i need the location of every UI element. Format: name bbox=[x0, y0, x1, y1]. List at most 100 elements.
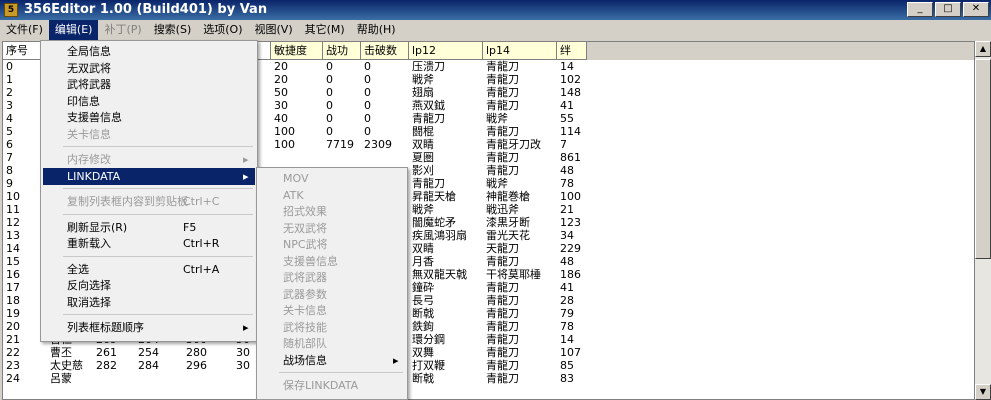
table-cell: 疾風鴻羽扇 bbox=[412, 229, 467, 242]
table-cell: 曹丕 bbox=[50, 346, 72, 359]
table-cell: 30 bbox=[274, 99, 288, 112]
table-cell: 0 bbox=[326, 125, 333, 138]
close-button[interactable]: ✕ bbox=[963, 2, 989, 17]
table-cell bbox=[93, 372, 135, 385]
table-cell: 闇魔蛇矛 bbox=[412, 216, 456, 229]
table-cell: 100 bbox=[274, 125, 295, 138]
menu-item-关卡信息: 关卡信息 bbox=[43, 126, 255, 143]
table-cell: 114 bbox=[560, 125, 581, 138]
table-cell: 284 bbox=[138, 359, 159, 372]
menu-item-保存linkdata: 保存LINKDATA bbox=[259, 377, 405, 394]
table-cell: 83 bbox=[560, 372, 574, 385]
table-cell: 戦斧 bbox=[412, 203, 434, 216]
menu-separator bbox=[279, 372, 403, 373]
table-cell: 青龍刀 bbox=[486, 151, 519, 164]
table-cell: 0 bbox=[326, 86, 333, 99]
column-header-7[interactable]: 战功 bbox=[323, 42, 361, 60]
table-cell: 20 bbox=[274, 73, 288, 86]
menu-separator bbox=[63, 146, 253, 147]
menu-item-atk: ATK bbox=[259, 187, 405, 204]
menu-item-战场信息[interactable]: 战场信息 ▸ bbox=[259, 352, 405, 369]
scroll-down-icon[interactable]: ▼ bbox=[975, 384, 991, 400]
menu-item-label: 武将武器 bbox=[67, 78, 111, 91]
menu-item-印信息[interactable]: 印信息 bbox=[43, 93, 255, 110]
menu-item-label: 武将武器 bbox=[283, 271, 327, 284]
scroll-thumb[interactable] bbox=[975, 59, 991, 259]
column-header-9[interactable]: lp12 bbox=[409, 42, 483, 60]
menu-item-linkdata[interactable]: LINKDATA ▸ bbox=[43, 167, 255, 185]
table-cell: 261 bbox=[96, 346, 117, 359]
table-cell: 186 bbox=[560, 268, 581, 281]
menu-item-label: 刷新显示(R) bbox=[67, 220, 128, 234]
submenu-arrow-icon: ▸ bbox=[243, 321, 249, 334]
table-cell: 戦斧 bbox=[486, 177, 508, 190]
column-header-6[interactable]: 敏捷度 bbox=[271, 42, 323, 60]
menu-item-反向选择[interactable]: 反向选择 bbox=[43, 277, 255, 294]
menu-item-label: 复制列表框内容到剪贴板 bbox=[67, 195, 188, 208]
menu-item-label: 无双武将 bbox=[67, 61, 111, 75]
menu-2[interactable]: 补丁(P) bbox=[98, 20, 147, 40]
table-cell: 0 bbox=[326, 60, 333, 73]
table-row[interactable]: 24 呂蒙 断戟 青龍刀 83 bbox=[3, 372, 974, 385]
table-cell: 78 bbox=[560, 320, 574, 333]
table-cell: 100 bbox=[274, 138, 295, 151]
menu-1[interactable]: 编辑(E) bbox=[48, 20, 99, 40]
column-header-10[interactable]: lp14 bbox=[483, 42, 557, 60]
menu-7[interactable]: 帮助(H) bbox=[351, 20, 402, 40]
table-cell: 双舞 bbox=[412, 346, 434, 359]
menu-item-关卡信息: 关卡信息 bbox=[259, 302, 405, 319]
menu-4[interactable]: 选项(O) bbox=[197, 20, 248, 40]
table-cell: 環分鋼 bbox=[412, 333, 445, 346]
table-cell bbox=[361, 151, 409, 164]
menu-item-刷新显示-r[interactable]: 刷新显示(R) F5 bbox=[43, 219, 255, 236]
menu-0[interactable]: 文件(F) bbox=[0, 20, 49, 40]
table-cell: 雷光天花 bbox=[486, 229, 530, 242]
column-header-11[interactable]: 绊 bbox=[557, 42, 587, 60]
menu-item-label: 支援兽信息 bbox=[67, 111, 122, 124]
menu-item-无双武将[interactable]: 无双武将 bbox=[43, 60, 255, 77]
menu-item-取消选择[interactable]: 取消选择 bbox=[43, 294, 255, 311]
table-cell: 40 bbox=[274, 112, 288, 125]
table-row[interactable]: 22 曹丕 261 254 280 30 双舞 青龍刀 107 bbox=[3, 346, 974, 359]
maximize-button[interactable]: □ bbox=[935, 2, 961, 17]
menu-item-武将武器[interactable]: 武将武器 bbox=[43, 76, 255, 93]
menu-item-label: 取消选择 bbox=[67, 295, 111, 309]
menu-item-支援兽信息[interactable]: 支援兽信息 bbox=[43, 109, 255, 126]
table-cell: 天龍刀 bbox=[486, 242, 519, 255]
column-header-8[interactable]: 击破数 bbox=[361, 42, 409, 60]
menu-separator bbox=[63, 213, 253, 215]
table-cell: 0 bbox=[364, 86, 371, 99]
app-icon[interactable]: 5 bbox=[4, 3, 18, 17]
table-cell bbox=[323, 151, 361, 164]
table-cell: 2309 bbox=[364, 138, 392, 151]
menu-item-重新载入[interactable]: 重新载入 Ctrl+R bbox=[43, 235, 255, 252]
table-cell: 20 bbox=[274, 60, 288, 73]
table-cell: 漆黒牙断 bbox=[486, 216, 530, 229]
table-cell: 50 bbox=[274, 86, 288, 99]
linkdata-submenu-popup: MOV ATK 招式效果 无双武将 NPC武将 支援兽信息 武将武器 武器参数 关卡信息 武将技能… bbox=[256, 167, 408, 400]
table-cell: 青龍刀 bbox=[486, 346, 519, 359]
table-cell: 無双龍天戟 bbox=[412, 268, 467, 281]
table-cell: 107 bbox=[560, 346, 581, 359]
menu-5[interactable]: 视图(V) bbox=[249, 20, 299, 40]
menu-item-列表框标题顺序[interactable]: 列表框标题顺序 ▸ bbox=[43, 319, 255, 336]
menu-item-label: 全选 bbox=[67, 262, 89, 276]
menu-item-label: 招式效果 bbox=[283, 205, 327, 218]
table-cell: 0 bbox=[364, 99, 371, 112]
table-cell: 青龍刀 bbox=[486, 281, 519, 294]
table-row[interactable]: 23 太史慈 282 284 296 30 打双鞭 青龍刀 85 bbox=[3, 359, 974, 372]
table-cell: 7 bbox=[560, 138, 567, 151]
table-cell: 青龍刀 bbox=[412, 112, 445, 125]
menu-6[interactable]: 其它(M) bbox=[299, 20, 351, 40]
scroll-up-icon[interactable]: ▲ bbox=[975, 41, 991, 57]
menu-item-无双武将: 无双武将 bbox=[259, 220, 405, 237]
minimize-button[interactable]: _ bbox=[907, 2, 933, 17]
menu-item-全选[interactable]: 全选 Ctrl+A bbox=[43, 261, 255, 278]
menu-item-全局信息[interactable]: 全局信息 bbox=[43, 43, 255, 60]
menu-item-shortcut: F5 bbox=[183, 220, 197, 234]
vertical-scrollbar[interactable]: ▲ ▼ bbox=[975, 41, 991, 400]
title-bar[interactable]: 5 356Editor 1.00 (Build401) by Van _ □ ✕ bbox=[0, 0, 991, 20]
table-cell: 254 bbox=[138, 346, 159, 359]
table-cell: 41 bbox=[560, 99, 574, 112]
menu-3[interactable]: 搜索(S) bbox=[148, 20, 198, 40]
